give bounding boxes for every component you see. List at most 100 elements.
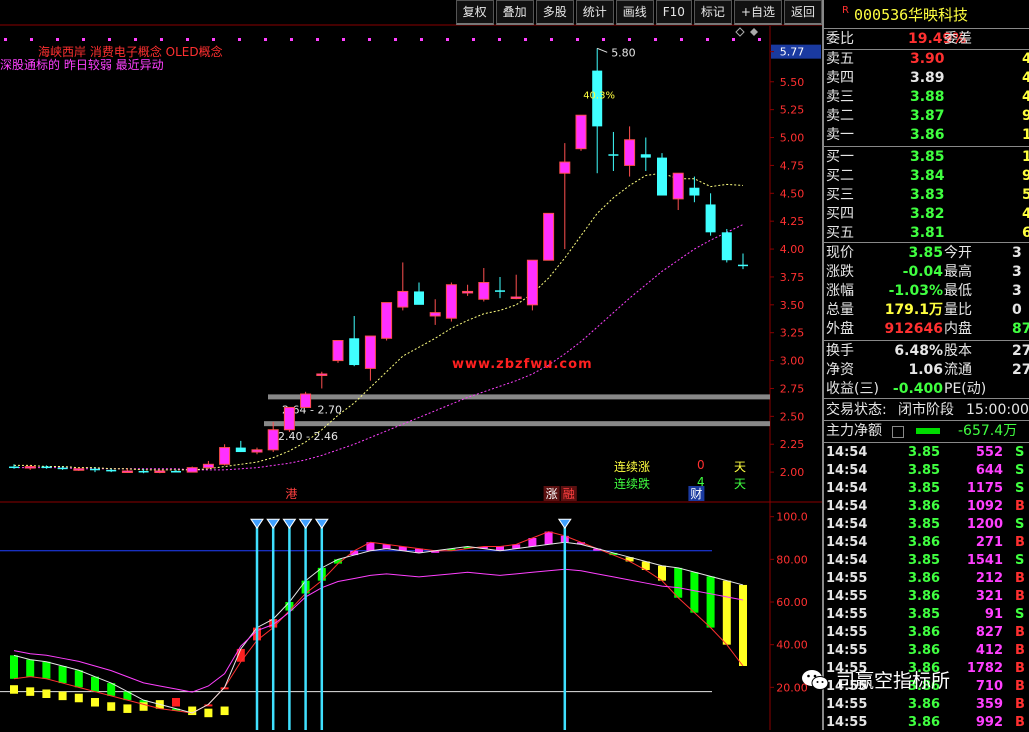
price-tick-label: 3.50 bbox=[780, 299, 805, 312]
tick-row[interactable]: 14:55 3.86 412 B bbox=[824, 642, 1029, 660]
toolbar-button[interactable]: F10 bbox=[655, 0, 692, 25]
toolbar-button[interactable]: 叠加 bbox=[495, 0, 534, 25]
low-zone-bar bbox=[26, 687, 35, 696]
tick-volume: 1092 bbox=[966, 499, 1003, 514]
toolbar-button[interactable]: 画线 bbox=[615, 0, 654, 25]
tick-row[interactable]: 14:54 3.86 271 B bbox=[824, 534, 1029, 552]
tick-price: 3.85 bbox=[908, 445, 941, 460]
candle-body bbox=[171, 471, 181, 473]
tick-row[interactable]: 14:54 3.85 1175 S bbox=[824, 480, 1029, 498]
event-dot bbox=[550, 38, 553, 41]
event-dot bbox=[706, 38, 709, 41]
toolbar-button[interactable]: 返回 bbox=[783, 0, 822, 25]
gem-icon bbox=[266, 518, 281, 530]
gang-marker: 港 bbox=[285, 487, 297, 501]
level-label: 买四 bbox=[826, 206, 854, 222]
tick-side: B bbox=[1015, 571, 1025, 586]
price-tick-label: 4.50 bbox=[780, 187, 805, 200]
stat-label: 换手 bbox=[826, 343, 854, 359]
tick-side: B bbox=[1015, 715, 1025, 730]
wechat-caption: 司赢空指标所 bbox=[836, 670, 951, 692]
list-icon[interactable] bbox=[892, 426, 904, 438]
bid-row[interactable]: 买四 3.82 4 bbox=[824, 205, 1029, 223]
candle-body bbox=[478, 282, 490, 300]
quote-row: 涨跌 -0.04 最高 3 bbox=[824, 263, 1029, 281]
candle-body bbox=[300, 393, 312, 408]
gem-icon bbox=[557, 518, 572, 530]
tick-price: 3.85 bbox=[908, 607, 941, 622]
level-price: 3.87 bbox=[910, 108, 945, 124]
osc-bar bbox=[544, 531, 553, 545]
event-dot bbox=[56, 38, 59, 41]
osc-bar bbox=[739, 584, 747, 666]
tick-row[interactable]: 14:55 3.86 827 B bbox=[824, 624, 1029, 642]
event-dot bbox=[420, 38, 423, 41]
event-dot bbox=[4, 38, 7, 41]
tick-row[interactable]: 14:54 3.86 1092 B bbox=[824, 498, 1029, 516]
tick-row[interactable]: 14:55 3.86 212 B bbox=[824, 570, 1029, 588]
toolbar-button[interactable]: +自选 bbox=[733, 0, 782, 25]
level-volume: 9 bbox=[1022, 168, 1029, 184]
tick-volume: 271 bbox=[975, 535, 1003, 550]
low-zone-bar bbox=[91, 698, 99, 707]
tick-volume: 992 bbox=[975, 715, 1003, 730]
toolbar-button[interactable]: 统计 bbox=[575, 0, 614, 25]
toolbar-button[interactable]: 多股 bbox=[535, 0, 574, 25]
streak-down-value: 4 bbox=[697, 475, 705, 489]
price-tick-label: 3.00 bbox=[780, 355, 805, 368]
price-tick-label: 4.75 bbox=[780, 159, 805, 172]
tick-row[interactable]: 14:54 3.85 1541 S bbox=[824, 552, 1029, 570]
kline-chart[interactable]: 5.77 5.50 5.25 5.00 4.75 4.50 4.25 4.00 3.75 3.50… bbox=[0, 0, 822, 730]
tick-row[interactable]: 14:55 3.86 321 B bbox=[824, 588, 1029, 606]
candle-body bbox=[138, 471, 149, 473]
tick-side: B bbox=[1015, 643, 1025, 658]
stat-value: 912646 bbox=[884, 321, 943, 337]
ask-row[interactable]: 卖二 3.87 9 bbox=[824, 107, 1029, 125]
tick-row[interactable]: 14:55 3.86 992 B bbox=[824, 714, 1029, 732]
ask-row[interactable]: 卖三 3.88 4 bbox=[824, 88, 1029, 106]
ask-row[interactable]: 卖四 3.89 4 bbox=[824, 69, 1029, 87]
tick-time: 14:55 bbox=[826, 607, 868, 622]
quote-row: 涨幅 -1.03% 最低 3 bbox=[824, 282, 1029, 300]
tick-row[interactable]: 14:55 3.85 91 S bbox=[824, 606, 1029, 624]
ind-tick-label: 100.0 bbox=[776, 511, 808, 524]
low-zone-bar bbox=[204, 708, 213, 718]
event-dot bbox=[758, 38, 761, 41]
tick-row[interactable]: 14:54 3.85 644 S bbox=[824, 462, 1029, 480]
stat-label-2: PE(动) bbox=[944, 381, 987, 397]
tick-volume: 412 bbox=[975, 643, 1003, 658]
level-label: 卖二 bbox=[826, 108, 854, 124]
ask-row[interactable]: 卖一 3.86 1 bbox=[824, 126, 1029, 144]
tick-price: 3.86 bbox=[908, 697, 941, 712]
stat-label-2: 股本 bbox=[944, 343, 972, 359]
level-price: 3.88 bbox=[910, 89, 945, 105]
tick-volume: 710 bbox=[975, 679, 1003, 694]
candle-body bbox=[316, 373, 328, 376]
tick-row[interactable]: 14:55 3.86 359 B bbox=[824, 696, 1029, 714]
bid-row[interactable]: 买三 3.83 5 bbox=[824, 186, 1029, 204]
status-tags: 深股通标的 昨日较弱 最近异动 bbox=[0, 58, 164, 72]
price-tick-label: 5.50 bbox=[780, 76, 805, 89]
stat-label: 总量 bbox=[826, 302, 854, 318]
event-dot bbox=[498, 38, 501, 41]
chart-area[interactable]: 5.77 5.50 5.25 5.00 4.75 4.50 4.25 4.00 3.75 3.50… bbox=[0, 0, 822, 730]
bid-row[interactable]: 买二 3.84 9 bbox=[824, 167, 1029, 185]
toolbar-button[interactable]: 复权 bbox=[455, 0, 494, 25]
fund-row: 收益(三) -0.400 PE(动) bbox=[824, 380, 1029, 398]
ask-row[interactable]: 卖五 3.90 4 bbox=[824, 50, 1029, 68]
ind-tick-label: 60.00 bbox=[776, 596, 808, 609]
candle-body bbox=[283, 406, 295, 431]
event-dot bbox=[524, 38, 527, 41]
tick-side: S bbox=[1015, 481, 1025, 496]
candle-body bbox=[235, 447, 246, 453]
support-zone-bar bbox=[264, 421, 770, 427]
tick-row[interactable]: 14:54 3.85 1200 S bbox=[824, 516, 1029, 534]
tick-row[interactable]: 14:54 3.85 552 S bbox=[824, 444, 1029, 462]
bid-row[interactable]: 买五 3.81 6 bbox=[824, 224, 1029, 242]
toolbar-button[interactable]: 标记 bbox=[693, 0, 732, 25]
level-label: 买二 bbox=[826, 168, 854, 184]
tick-side: S bbox=[1015, 607, 1025, 622]
event-dot bbox=[264, 38, 267, 41]
bid-row[interactable]: 买一 3.85 16 bbox=[824, 148, 1029, 166]
tick-volume: 1782 bbox=[966, 661, 1003, 676]
